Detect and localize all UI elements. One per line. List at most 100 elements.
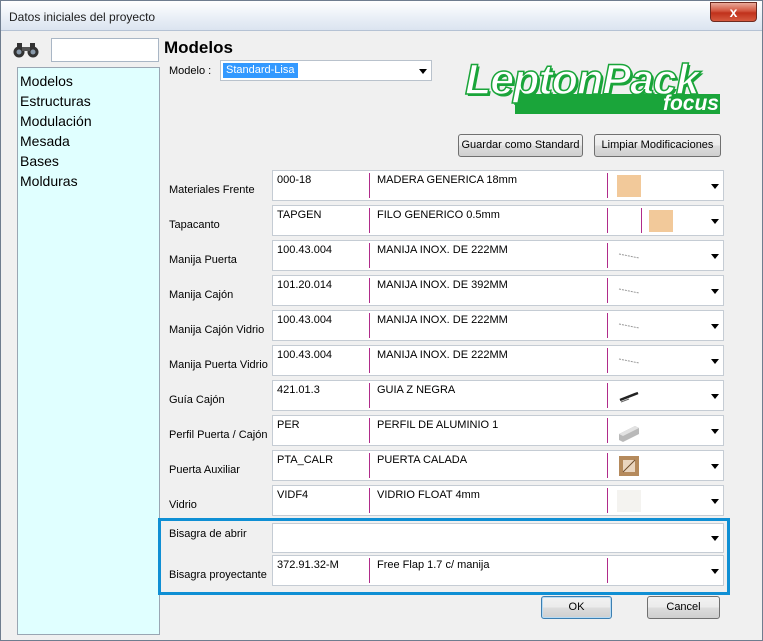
close-icon: x	[729, 4, 738, 20]
row-label: Manija Cajón Vidrio	[169, 324, 265, 336]
field-separator	[369, 383, 370, 408]
handle-icon	[618, 253, 640, 259]
row-description: VIDRIO FLOAT 4mm	[377, 489, 480, 501]
field-separator	[607, 208, 608, 233]
property-combo[interactable]: 100.43.004 MANIJA INOX. DE 222MM	[272, 310, 724, 341]
ok-button[interactable]: OK	[541, 596, 612, 619]
property-row: Materiales Frente 000-18 MADERA GENERICA…	[164, 170, 724, 201]
row-label: Vidrio	[169, 499, 197, 511]
property-combo[interactable]: TAPGEN FILO GENERICO 0.5mm	[272, 205, 724, 236]
property-row: Guía Cajón 421.01.3 GUIA Z NEGRA	[164, 380, 724, 411]
field-separator	[369, 453, 370, 478]
property-combo[interactable]: 421.01.3 GUIA Z NEGRA	[272, 380, 724, 411]
property-row: Manija Puerta Vidrio 100.43.004 MANIJA I…	[164, 345, 724, 376]
door-frame-icon	[619, 456, 639, 476]
chevron-down-icon	[711, 218, 719, 224]
search-row	[13, 38, 160, 64]
property-combo[interactable]	[272, 523, 724, 553]
row-label: Manija Puerta Vidrio	[169, 359, 268, 371]
nav-item-modelos[interactable]: Modelos	[18, 71, 159, 91]
property-combo[interactable]: 000-18 MADERA GENERICA 18mm	[272, 170, 724, 201]
field-separator	[369, 348, 370, 373]
nav-item-molduras[interactable]: Molduras	[18, 171, 159, 191]
wood-swatch-icon	[649, 210, 673, 232]
model-select-value: Standard-Lisa	[223, 63, 298, 78]
nav-item-bases[interactable]: Bases	[18, 151, 159, 171]
field-separator	[607, 348, 608, 373]
nav-item-mesada[interactable]: Mesada	[18, 131, 159, 151]
field-separator	[369, 173, 370, 198]
row-label: Guía Cajón	[169, 394, 225, 406]
row-code: 372.91.32-M	[277, 559, 339, 571]
field-separator	[369, 558, 370, 583]
property-row: Tapacanto TAPGEN FILO GENERICO 0.5mm	[164, 205, 724, 236]
property-combo[interactable]: 100.43.004 MANIJA INOX. DE 222MM	[272, 240, 724, 271]
row-code: TAPGEN	[277, 209, 322, 221]
chevron-down-icon	[711, 536, 719, 541]
row-description: MANIJA INOX. DE 222MM	[377, 244, 508, 256]
row-description: GUIA Z NEGRA	[377, 384, 456, 396]
property-combo[interactable]: 372.91.32-M Free Flap 1.7 c/ manija	[272, 555, 724, 586]
property-row: Bisagra de abrir	[164, 523, 724, 554]
row-label: Manija Cajón	[169, 289, 234, 301]
chevron-down-icon	[711, 358, 719, 364]
leptonpack-logo: LeptonPack focus	[464, 55, 723, 114]
chevron-down-icon	[711, 568, 719, 574]
close-button[interactable]: x	[710, 2, 757, 22]
property-combo[interactable]: 101.20.014 MANIJA INOX. DE 392MM	[272, 275, 724, 306]
row-code: 000-18	[277, 174, 312, 186]
glass-swatch-icon	[617, 490, 641, 512]
property-combo[interactable]: PTA_CALR PUERTA CALADA	[272, 450, 724, 481]
nav-item-estructuras[interactable]: Estructuras	[18, 91, 159, 111]
row-description: MANIJA INOX. DE 222MM	[377, 349, 508, 361]
property-row: Bisagra proyectante 372.91.32-M Free Fla…	[164, 555, 724, 586]
row-description: Free Flap 1.7 c/ manija	[377, 559, 490, 571]
property-row: Manija Puerta 100.43.004 MANIJA INOX. DE…	[164, 240, 724, 271]
property-combo[interactable]: 100.43.004 MANIJA INOX. DE 222MM	[272, 345, 724, 376]
row-label: Bisagra de abrir	[169, 528, 247, 540]
property-row: Manija Cajón Vidrio 100.43.004 MANIJA IN…	[164, 310, 724, 341]
model-select[interactable]: Standard-Lisa	[220, 60, 432, 81]
field-separator	[607, 383, 608, 408]
field-separator	[369, 208, 370, 233]
clear-changes-button[interactable]: Limpiar Modificaciones	[594, 134, 721, 157]
field-separator	[607, 278, 608, 303]
chevron-down-icon	[711, 498, 719, 504]
window-title: Datos iniciales del proyecto	[9, 10, 156, 24]
row-code: 100.43.004	[277, 349, 333, 361]
binoculars-icon[interactable]	[13, 41, 39, 59]
aluminium-profile-icon	[619, 426, 639, 442]
chevron-down-icon	[711, 183, 719, 189]
row-description: PUERTA CALADA	[377, 454, 468, 466]
model-label: Modelo :	[169, 65, 212, 77]
row-label: Manija Puerta	[169, 254, 237, 266]
field-separator	[369, 488, 370, 513]
field-separator	[369, 418, 370, 443]
property-combo[interactable]: VIDF4 VIDRIO FLOAT 4mm	[272, 485, 724, 516]
handle-icon	[618, 323, 640, 329]
row-description: MADERA GENERICA 18mm	[377, 174, 517, 186]
save-as-standard-button[interactable]: Guardar como Standard	[458, 134, 583, 157]
field-separator	[369, 243, 370, 268]
title-bar[interactable]: Datos iniciales del proyecto x	[1, 1, 762, 31]
row-code: PER	[277, 419, 300, 431]
field-separator	[607, 313, 608, 338]
row-code: 101.20.014	[277, 279, 333, 291]
field-separator	[641, 208, 642, 233]
section-nav: Modelos Estructuras Modulación Mesada Ba…	[17, 67, 160, 635]
row-description: PERFIL DE ALUMINIO 1	[377, 419, 499, 431]
row-description: FILO GENERICO 0.5mm	[377, 209, 500, 221]
row-label: Materiales Frente	[169, 184, 255, 196]
dialog-window: Datos iniciales del proyecto x Modelos E…	[0, 0, 763, 641]
chevron-down-icon	[711, 428, 719, 434]
search-input[interactable]	[51, 38, 159, 62]
row-description: MANIJA INOX. DE 392MM	[377, 279, 508, 291]
cancel-button[interactable]: Cancel	[647, 596, 720, 619]
nav-item-modulacion[interactable]: Modulación	[18, 111, 159, 131]
field-separator	[369, 313, 370, 338]
handle-icon	[618, 288, 640, 294]
property-combo[interactable]: PER PERFIL DE ALUMINIO 1	[272, 415, 724, 446]
row-code: VIDF4	[277, 489, 309, 501]
chevron-down-icon	[711, 463, 719, 469]
client-area: Modelos Estructuras Modulación Mesada Ba…	[7, 32, 756, 635]
